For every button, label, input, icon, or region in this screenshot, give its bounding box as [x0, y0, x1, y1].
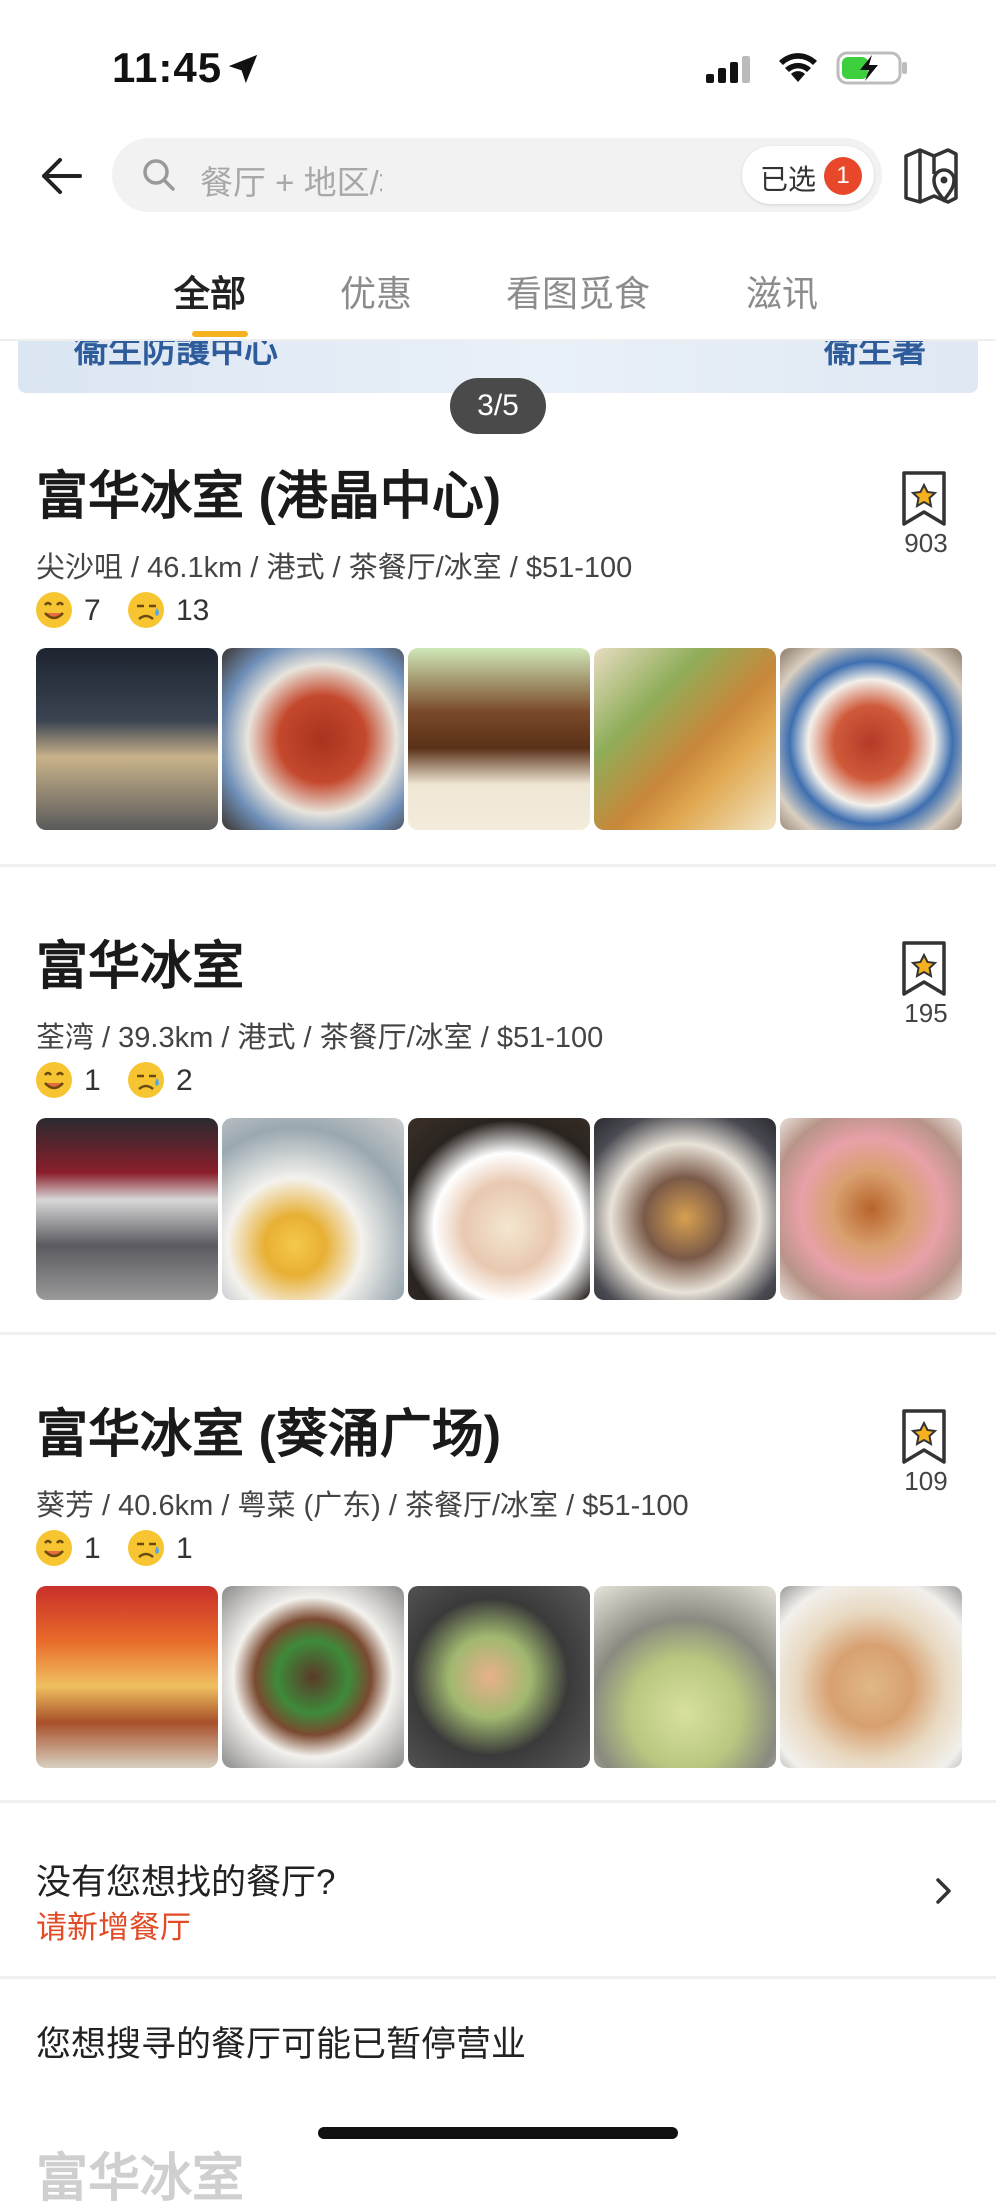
- restaurant-name[interactable]: 富华冰室: [36, 2136, 244, 2211]
- bookmark-icon[interactable]: [900, 470, 948, 528]
- selected-label: 已选: [760, 164, 817, 195]
- sad-count: 2: [176, 1064, 193, 1097]
- not-found-question: 没有您想找的餐厅?: [36, 1863, 336, 1902]
- card-divider: [0, 864, 996, 867]
- restaurant-photo[interactable]: [780, 1586, 962, 1768]
- sad-face-icon: [128, 1530, 164, 1566]
- search-bar[interactable]: 餐厅 + 地区/地址, 菜式/食品... 已选 1: [112, 138, 882, 212]
- sad-face-icon: [128, 1062, 164, 1098]
- restaurant-card[interactable]: 富华冰室 荃湾 / 39.3km / 港式 / 茶餐厅/冰室 / $51-100…: [0, 884, 996, 1352]
- restaurant-photo[interactable]: [36, 1586, 218, 1768]
- search-icon: [143, 159, 175, 191]
- home-indicator: [318, 2127, 678, 2139]
- smile-count: 1: [84, 1064, 101, 1097]
- restaurant-photo[interactable]: [222, 1586, 404, 1768]
- photo-strip: [36, 1586, 964, 1768]
- restaurant-photo[interactable]: [222, 648, 404, 830]
- restaurant-photo[interactable]: [36, 1118, 218, 1300]
- banner-right-text: 衞生署: [824, 341, 926, 370]
- chevron-right-icon: [936, 1878, 951, 1904]
- location-arrow-icon: [228, 54, 258, 84]
- tab-photo-search[interactable]: 看图觅食: [506, 265, 650, 317]
- restaurant-name[interactable]: 富华冰室: [36, 924, 244, 999]
- closed-restaurants-heading: 您想搜寻的餐厅可能已暂停营业: [36, 2025, 527, 2064]
- bookmark-icon[interactable]: [900, 1408, 948, 1466]
- smile-face-icon: [36, 1062, 72, 1098]
- status-bar: 11:45: [0, 0, 996, 130]
- sad-count: 13: [176, 594, 210, 627]
- add-restaurant-row[interactable]: 没有您想找的餐厅? 请新增餐厅: [0, 1812, 996, 1972]
- map-icon[interactable]: [902, 144, 960, 206]
- restaurant-photo[interactable]: [780, 1118, 962, 1300]
- restaurant-photo[interactable]: [408, 648, 590, 830]
- tab-all[interactable]: 全部: [174, 265, 246, 317]
- cellular-signal-icon: [706, 56, 750, 83]
- wifi-icon: [779, 53, 817, 82]
- restaurant-meta: 葵芳 / 40.6km / 粤菜 (广东) / 茶餐厅/冰室 / $51-100: [36, 1490, 689, 1522]
- bookmark-count: 109: [904, 1466, 948, 1496]
- restaurant-photo[interactable]: [408, 1586, 590, 1768]
- photo-strip: [36, 1118, 964, 1300]
- card-divider: [0, 1800, 996, 1803]
- bookmark-count: 195: [904, 998, 948, 1028]
- restaurant-name[interactable]: 富华冰室 (葵涌广场): [36, 1392, 501, 1467]
- restaurant-photo[interactable]: [408, 1118, 590, 1300]
- restaurant-photo[interactable]: [594, 1118, 776, 1300]
- tab-offers[interactable]: 优惠: [340, 265, 412, 317]
- smile-face-icon: [36, 1530, 72, 1566]
- battery-charging-icon: [836, 51, 907, 85]
- restaurant-photo[interactable]: [780, 648, 962, 830]
- restaurant-meta: 荃湾 / 39.3km / 港式 / 茶餐厅/冰室 / $51-100: [36, 1022, 604, 1054]
- back-arrow-icon[interactable]: [36, 150, 88, 202]
- restaurant-photo[interactable]: [594, 648, 776, 830]
- bookmark-count: 903: [904, 528, 948, 558]
- restaurant-meta: 尖沙咀 / 46.1km / 港式 / 茶餐厅/冰室 / $51-100: [36, 552, 633, 584]
- tab-news[interactable]: 滋讯: [746, 265, 818, 317]
- section-divider: [0, 1976, 996, 1979]
- smile-count: 7: [84, 594, 101, 627]
- category-tabs: 全部 优惠 看图觅食 滋讯: [0, 255, 996, 337]
- smile-face-icon: [36, 592, 72, 628]
- selected-count-badge: 1: [824, 157, 862, 195]
- restaurant-photo[interactable]: [36, 648, 218, 830]
- photo-strip: [36, 648, 964, 830]
- restaurant-photo[interactable]: [594, 1586, 776, 1768]
- sad-count: 1: [176, 1532, 193, 1565]
- sad-face-icon: [128, 592, 164, 628]
- restaurant-card[interactable]: 富华冰室 (葵涌广场) 葵芳 / 40.6km / 粤菜 (广东) / 茶餐厅/…: [0, 1352, 996, 1820]
- banner-left-text: 衞生防護中心: [74, 341, 278, 370]
- restaurant-name[interactable]: 富华冰室 (港晶中心): [36, 454, 501, 529]
- restaurant-photo[interactable]: [222, 1118, 404, 1300]
- restaurant-card[interactable]: 富华冰室 (港晶中心) 尖沙咀 / 46.1km / 港式 / 茶餐厅/冰室 /…: [0, 414, 996, 882]
- smile-count: 1: [84, 1532, 101, 1565]
- bookmark-icon[interactable]: [900, 940, 948, 998]
- status-time: 11:45: [112, 44, 223, 91]
- active-tab-indicator: [192, 331, 248, 337]
- add-restaurant-link[interactable]: 请新增餐厅: [36, 1902, 191, 1947]
- selected-filter-chip[interactable]: 已选 1: [742, 146, 874, 204]
- card-divider: [0, 1332, 996, 1335]
